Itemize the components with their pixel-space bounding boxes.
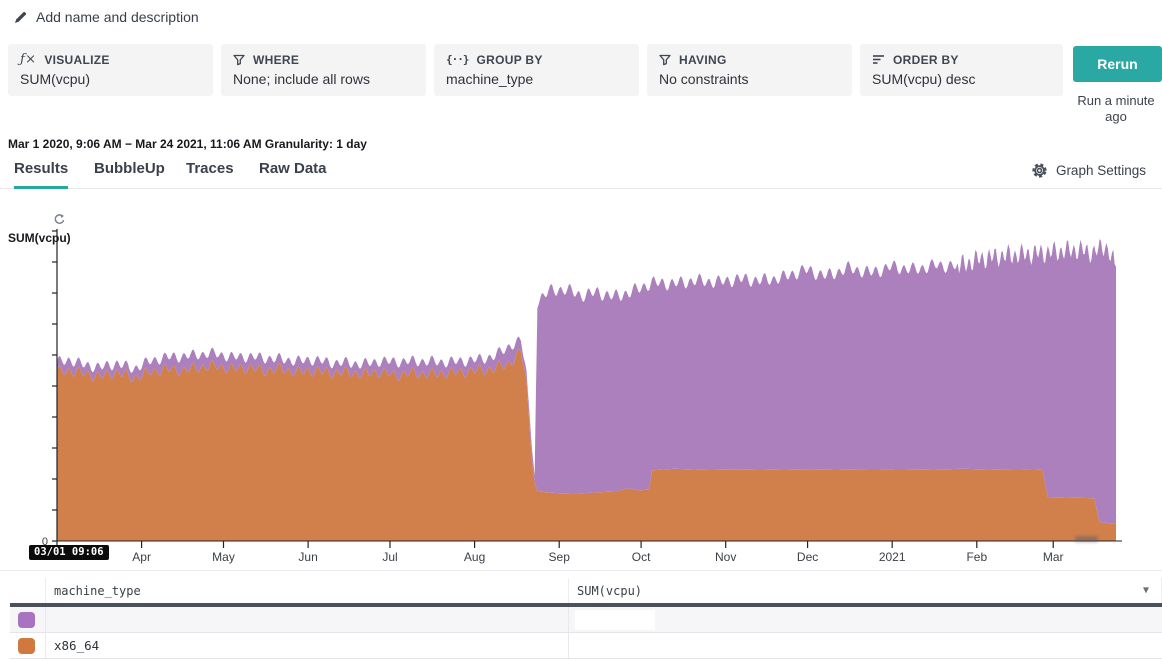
- x-tick-label: Dec: [797, 550, 818, 564]
- x-tick-label: Nov: [715, 550, 736, 564]
- graph-settings-label: Graph Settings: [1056, 163, 1146, 178]
- group-by-value: machine_type: [446, 71, 627, 87]
- order-by-label: ORDER BY: [893, 53, 959, 67]
- x-tick-label: Sep: [549, 550, 571, 564]
- visualize-panel[interactable]: ƒ× VISUALIZE SUM(vcpu): [8, 44, 213, 96]
- cursor-time-tooltip: 03/01 09:06: [29, 545, 109, 560]
- machine-type-column-header[interactable]: machine_type: [54, 584, 141, 598]
- series-swatch-purple: [18, 612, 35, 628]
- redacted-value-patch: [575, 610, 655, 630]
- sort-caret-icon[interactable]: ▼: [1143, 585, 1149, 596]
- where-label: WHERE: [253, 53, 299, 67]
- x-tick-label: Oct: [632, 550, 651, 564]
- where-value: None; include all rows: [233, 71, 414, 87]
- filter-icon: [659, 54, 671, 66]
- machine-type-cell: x86_64: [54, 638, 99, 653]
- function-icon: ƒ×: [20, 52, 36, 67]
- tab-raw-data[interactable]: Raw Data: [259, 160, 327, 189]
- sum-vcpu-column-header[interactable]: SUM(vcpu): [577, 584, 642, 598]
- x-tick-label: 2021: [879, 550, 906, 564]
- filter-icon: [233, 54, 245, 66]
- x-tick-label: Feb: [966, 550, 987, 564]
- order-by-panel[interactable]: ORDER BY SUM(vcpu) desc: [860, 44, 1063, 96]
- series-swatch-orange: [18, 638, 35, 654]
- divider: [0, 570, 1162, 571]
- results-chart[interactable]: SUM(vcpu) 0AprMayJunJulAugSepOctNovDec20…: [0, 196, 1162, 570]
- tab-traces[interactable]: Traces: [186, 160, 234, 189]
- x-tick-label: Jul: [382, 550, 397, 564]
- tab-bar: Results BubbleUp Traces Raw Data Graph S…: [0, 156, 1162, 189]
- swatch-column-header: [10, 578, 46, 603]
- table-row-x86-64[interactable]: x86_64: [10, 633, 1162, 659]
- x-tick-label: Mar: [1043, 550, 1064, 564]
- x-tick-label: May: [212, 550, 235, 564]
- having-panel[interactable]: HAVING No constraints: [647, 44, 852, 96]
- table-header-row: machine_type SUM(vcpu) ▼: [10, 578, 1162, 607]
- add-name-row[interactable]: Add name and description: [14, 9, 199, 25]
- add-name-label: Add name and description: [36, 9, 199, 25]
- x-tick-label: Jun: [298, 550, 317, 564]
- visualize-label: VISUALIZE: [44, 53, 109, 67]
- having-value: No constraints: [659, 71, 840, 87]
- stacked-area-chart[interactable]: 0AprMayJunJulAugSepOctNovDec2021FebMar: [0, 196, 1162, 570]
- graph-settings-button[interactable]: Graph Settings: [1031, 162, 1146, 179]
- axis-artifact: [1075, 536, 1098, 542]
- having-label: HAVING: [679, 53, 727, 67]
- table-row-empty-machine-type[interactable]: [10, 607, 1162, 633]
- pencil-icon: [14, 11, 27, 24]
- time-range-label[interactable]: Mar 1 2020, 9:06 AM − Mar 24 2021, 11:06…: [8, 137, 367, 151]
- last-run-status: Run a minute ago: [1068, 93, 1162, 125]
- braces-icon: {··}: [446, 53, 469, 66]
- query-page: Add name and description ƒ× VISUALIZE SU…: [0, 0, 1162, 661]
- tab-results[interactable]: Results: [14, 160, 68, 189]
- tab-bubbleup[interactable]: BubbleUp: [94, 160, 165, 189]
- visualize-value: SUM(vcpu): [20, 71, 201, 87]
- refresh-icon[interactable]: [53, 213, 66, 226]
- where-panel[interactable]: WHERE None; include all rows: [221, 44, 426, 96]
- group-by-label: GROUP BY: [477, 53, 543, 67]
- rerun-button[interactable]: Rerun: [1073, 46, 1162, 82]
- y-axis-title: SUM(vcpu): [8, 231, 71, 245]
- order-by-value: SUM(vcpu) desc: [872, 71, 1051, 87]
- sort-icon: [872, 54, 885, 65]
- x-tick-label: Apr: [132, 550, 151, 564]
- results-table: machine_type SUM(vcpu) ▼ x86_64: [10, 578, 1162, 659]
- gear-icon: [1031, 162, 1048, 179]
- group-by-panel[interactable]: {··} GROUP BY machine_type: [434, 44, 639, 96]
- x-tick-label: Aug: [464, 550, 485, 564]
